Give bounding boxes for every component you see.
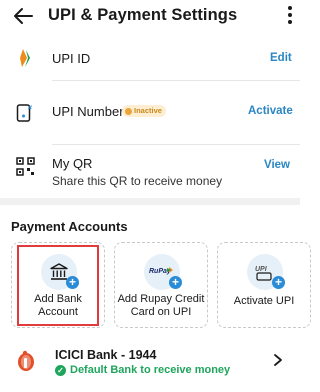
view-qr-link[interactable]: View	[264, 159, 290, 171]
edit-upi-id-link[interactable]: Edit	[270, 52, 292, 64]
card-label: Add Rupay Credit Card on UPI	[115, 293, 207, 319]
add-rupay-credit-card[interactable]: RuPay + Add Rupay Credit Card on UPI	[114, 242, 208, 328]
mobile-hash-icon: #	[16, 104, 32, 122]
default-status-text: Default Bank to receive money	[70, 364, 231, 376]
add-bank-account-card[interactable]: + Add Bank Account	[11, 242, 105, 328]
plus-icon: +	[66, 276, 79, 289]
card-label: Activate UPI	[218, 295, 310, 308]
upi-number-label: UPI Number	[52, 104, 124, 119]
bank-name: ICICI Bank - 1944	[55, 348, 157, 362]
divider	[52, 80, 300, 81]
plus-icon: +	[169, 276, 182, 289]
section-separator	[0, 198, 300, 205]
activate-upi-card[interactable]: UPI + Activate UPI	[217, 242, 311, 328]
card-label-line: Card on UPI	[130, 306, 192, 318]
card-label-line: Add Rupay Credit	[117, 293, 205, 305]
back-arrow-icon[interactable]	[12, 6, 34, 26]
card-label-line: Activate UPI	[233, 295, 295, 307]
my-qr-row[interactable]: My QR Share this QR to receive money Vie…	[0, 148, 300, 196]
upi-id-label: UPI ID	[52, 51, 91, 66]
my-qr-label: My QR	[52, 156, 93, 171]
check-circle-icon: ✓	[55, 364, 66, 376]
upi-logo-text: UPI	[255, 266, 268, 273]
default-status: ✓ Default Bank to receive money	[55, 364, 230, 376]
plus-icon: +	[272, 276, 285, 289]
card-label-line: Account	[38, 306, 78, 318]
upi-logo-icon	[20, 49, 30, 67]
upi-id-row[interactable]: UPI ID Edit	[0, 38, 300, 86]
status-badge: Inactive	[122, 105, 166, 117]
bank-account-row[interactable]: ICICI Bank - 1944 ✓ Default Bank to rece…	[0, 342, 300, 382]
chevron-right-icon	[274, 354, 282, 366]
card-label: Add Bank Account	[12, 293, 104, 319]
warning-dot-icon	[125, 107, 132, 115]
icici-logo-icon	[18, 350, 34, 371]
activate-upi-number-link[interactable]: Activate	[248, 105, 293, 117]
more-options-icon[interactable]	[284, 4, 296, 26]
section-title: Payment Accounts	[11, 219, 128, 234]
svg-text:#: #	[28, 105, 32, 112]
page-title: UPI & Payment Settings	[48, 6, 238, 24]
divider	[52, 144, 300, 145]
badge-text: Inactive	[134, 106, 162, 115]
card-label-line: Add Bank	[34, 293, 82, 305]
qr-code-icon	[16, 157, 35, 176]
app-header: UPI & Payment Settings	[0, 0, 300, 34]
my-qr-subtitle: Share this QR to receive money	[52, 174, 223, 188]
